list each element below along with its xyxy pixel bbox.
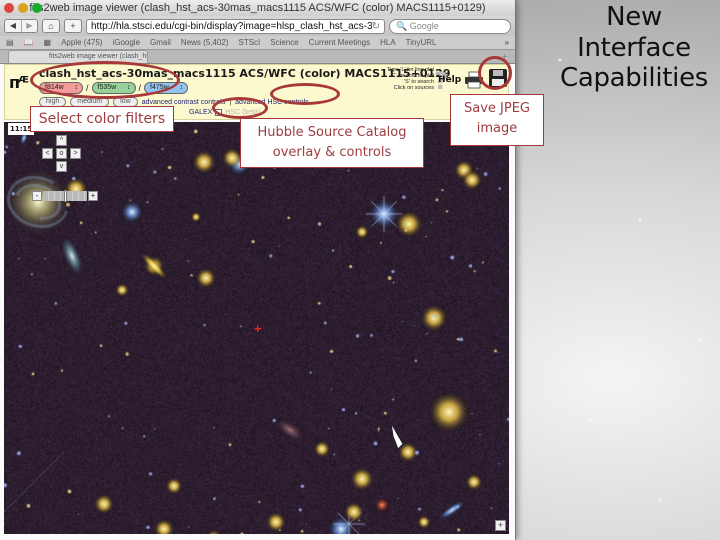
url-bar[interactable]: http://hla.stsci.edu/cgi-bin/display?ima… <box>86 18 385 34</box>
galex-overlay-link[interactable]: GALEX <box>189 109 212 116</box>
help-link[interactable]: Help <box>438 75 461 85</box>
bookmark-item[interactable]: Current Meetings <box>309 38 370 47</box>
back-button[interactable]: ◀ <box>5 20 21 32</box>
forward-button[interactable]: ▶ <box>21 20 37 32</box>
keyboard-hints: Type 'L' for line plot 'C' for column pl… <box>376 67 434 91</box>
bookmark-item[interactable]: TinyURL <box>406 38 437 47</box>
callout-text: Hubble Source Catalog overlay & controls <box>257 125 407 160</box>
search-icon: 🔍 <box>396 20 408 31</box>
slide-title-line: New <box>606 2 662 32</box>
callout-hsc: Hubble Source Catalog overlay & controls <box>240 118 424 168</box>
browser-toolbar: ◀ ▶ ⌂ + http://hla.stsci.edu/cgi-bin/dis… <box>0 16 515 36</box>
pan-center-button[interactable]: o <box>56 148 67 159</box>
save-highlight-ellipse <box>478 56 512 90</box>
expand-button[interactable]: + <box>495 520 506 531</box>
bookmarks-bar: ▤ 📖 ▦ Apple (475) iGoogle Gmail News (5,… <box>0 36 515 50</box>
bookmark-item[interactable]: STScI <box>239 38 261 47</box>
zoom-in-button[interactable]: + <box>88 191 98 201</box>
add-bookmark-button[interactable]: + <box>64 19 82 33</box>
bookmark-item[interactable]: News (5,402) <box>181 38 229 47</box>
callout-save-jpeg: Save JPEG image <box>450 94 544 146</box>
bookmarks-icon[interactable]: 📖 <box>24 38 34 47</box>
hsc-checkbox-highlight-ellipse <box>212 97 268 119</box>
reading-list-icon[interactable]: ▤ <box>6 38 14 47</box>
zoom-thumb[interactable] <box>63 190 67 202</box>
slide-title-line: Capabilities <box>559 63 709 94</box>
search-placeholder: Google <box>409 20 439 31</box>
sky-image[interactable]: 11:15 ^ < o > v - + + + <box>4 122 509 534</box>
bookmark-item[interactable]: Gmail <box>150 38 171 47</box>
cursor-arrow-icon <box>390 422 404 450</box>
callout-text: Save JPEG image <box>463 101 530 136</box>
nav-buttons: ◀ ▶ <box>4 19 38 33</box>
filters-highlight-ellipse <box>30 61 180 99</box>
bookmark-item[interactable]: Apple (475) <box>61 38 102 47</box>
zoom-track[interactable] <box>43 190 87 202</box>
reload-icon[interactable]: ↻ <box>372 20 380 33</box>
plus-icon: + <box>70 21 76 31</box>
window-titlebar: fits2web image viewer (clash_hst_acs-30m… <box>0 0 515 16</box>
bookmark-item[interactable]: iGoogle <box>112 38 140 47</box>
pan-left-button[interactable]: < <box>42 148 53 159</box>
callout-select-filters: Select color filters <box>30 106 174 132</box>
pan-down-button[interactable]: v <box>56 161 67 172</box>
pan-up-button[interactable]: ^ <box>56 135 67 146</box>
hsc-controls-highlight-ellipse <box>270 83 340 105</box>
window-title: fits2web image viewer (clash_hst_acs-30m… <box>29 2 486 14</box>
hint-line: Click on sources <box>393 85 434 91</box>
pan-right-button[interactable]: > <box>70 148 81 159</box>
bookmarks-overflow-button[interactable]: » <box>505 38 509 47</box>
search-input[interactable]: 🔍 Google <box>389 18 511 34</box>
url-input[interactable]: http://hla.stsci.edu/cgi-bin/display?ima… <box>91 20 372 33</box>
pan-controls: ^ < o > v <box>42 135 82 181</box>
zoom-out-button[interactable]: - <box>32 191 42 201</box>
slide-title: New Interface Capabilities <box>548 2 720 94</box>
top-sites-icon[interactable]: ▦ <box>44 38 52 47</box>
callout-text: Select color filters <box>38 111 166 127</box>
slide-title-line: Interface <box>577 32 691 63</box>
maximize-window-button[interactable] <box>32 3 42 13</box>
bookmark-item[interactable]: Science <box>270 38 298 47</box>
close-window-button[interactable] <box>4 3 14 13</box>
bookmark-item[interactable]: HLA <box>380 38 396 47</box>
home-icon: ⌂ <box>48 21 54 31</box>
home-button[interactable]: ⌂ <box>42 19 60 33</box>
zoom-slider: - + <box>32 190 98 202</box>
tab-label: fits2web image viewer (clash_hst... <box>49 53 148 60</box>
minimize-window-button[interactable] <box>18 3 28 13</box>
window-controls <box>4 3 42 13</box>
crosshair-marker: + <box>254 321 262 336</box>
